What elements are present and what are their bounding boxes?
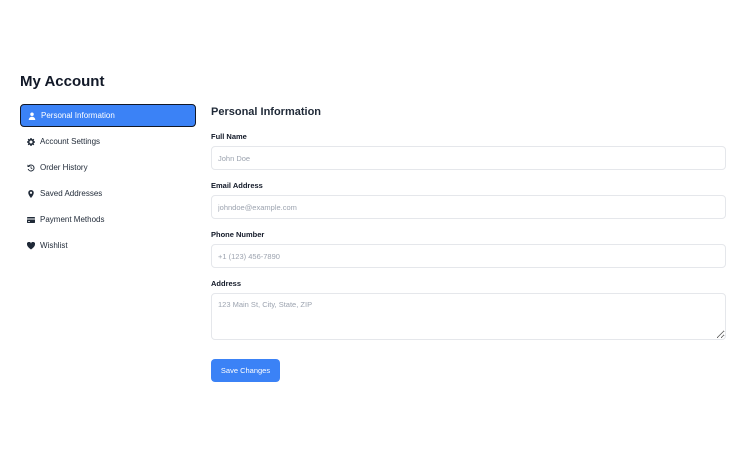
sidebar-item-label: Account Settings [40, 137, 101, 146]
heart-icon [26, 241, 35, 250]
map-pin-icon [26, 189, 35, 198]
sidebar-item-label: Payment Methods [40, 215, 105, 224]
history-icon [26, 163, 35, 172]
save-changes-button[interactable]: Save Changes [211, 359, 280, 382]
sidebar-item-payment-methods[interactable]: Payment Methods [20, 208, 196, 231]
sidebar-item-label: Order History [40, 163, 88, 172]
credit-card-icon [26, 215, 35, 224]
sidebar-item-saved-addresses[interactable]: Saved Addresses [20, 182, 196, 205]
phone-field-group: Phone Number [211, 230, 726, 268]
email-field-group: Email Address [211, 181, 726, 219]
full-name-label: Full Name [211, 132, 247, 141]
sidebar-item-personal-information[interactable]: Personal Information [20, 104, 196, 127]
sidebar-item-label: Wishlist [40, 241, 68, 250]
sidebar-item-label: Personal Information [41, 111, 115, 120]
gear-icon [26, 137, 35, 146]
user-icon [27, 111, 36, 120]
sidebar-item-account-settings[interactable]: Account Settings [20, 130, 196, 153]
section-title: Personal Information [211, 106, 322, 118]
email-input[interactable] [211, 195, 726, 219]
full-name-input[interactable] [211, 146, 726, 170]
address-field-group: Address [211, 279, 726, 345]
full-name-field-group: Full Name [211, 132, 726, 170]
address-label: Address [211, 279, 242, 288]
sidebar-item-label: Saved Addresses [40, 189, 103, 198]
address-textarea[interactable] [211, 293, 726, 340]
sidebar-item-order-history[interactable]: Order History [20, 156, 196, 179]
phone-input[interactable] [211, 244, 726, 268]
sidebar-item-wishlist[interactable]: Wishlist [20, 234, 196, 257]
account-page: My Account Personal Information Account … [0, 0, 750, 469]
page-title: My Account [20, 73, 105, 90]
email-label: Email Address [211, 181, 263, 190]
personal-info-panel: Personal Information Full Name Email Add… [211, 105, 726, 382]
phone-label: Phone Number [211, 230, 265, 239]
sidebar: Personal Information Account Settings Or… [20, 104, 196, 260]
